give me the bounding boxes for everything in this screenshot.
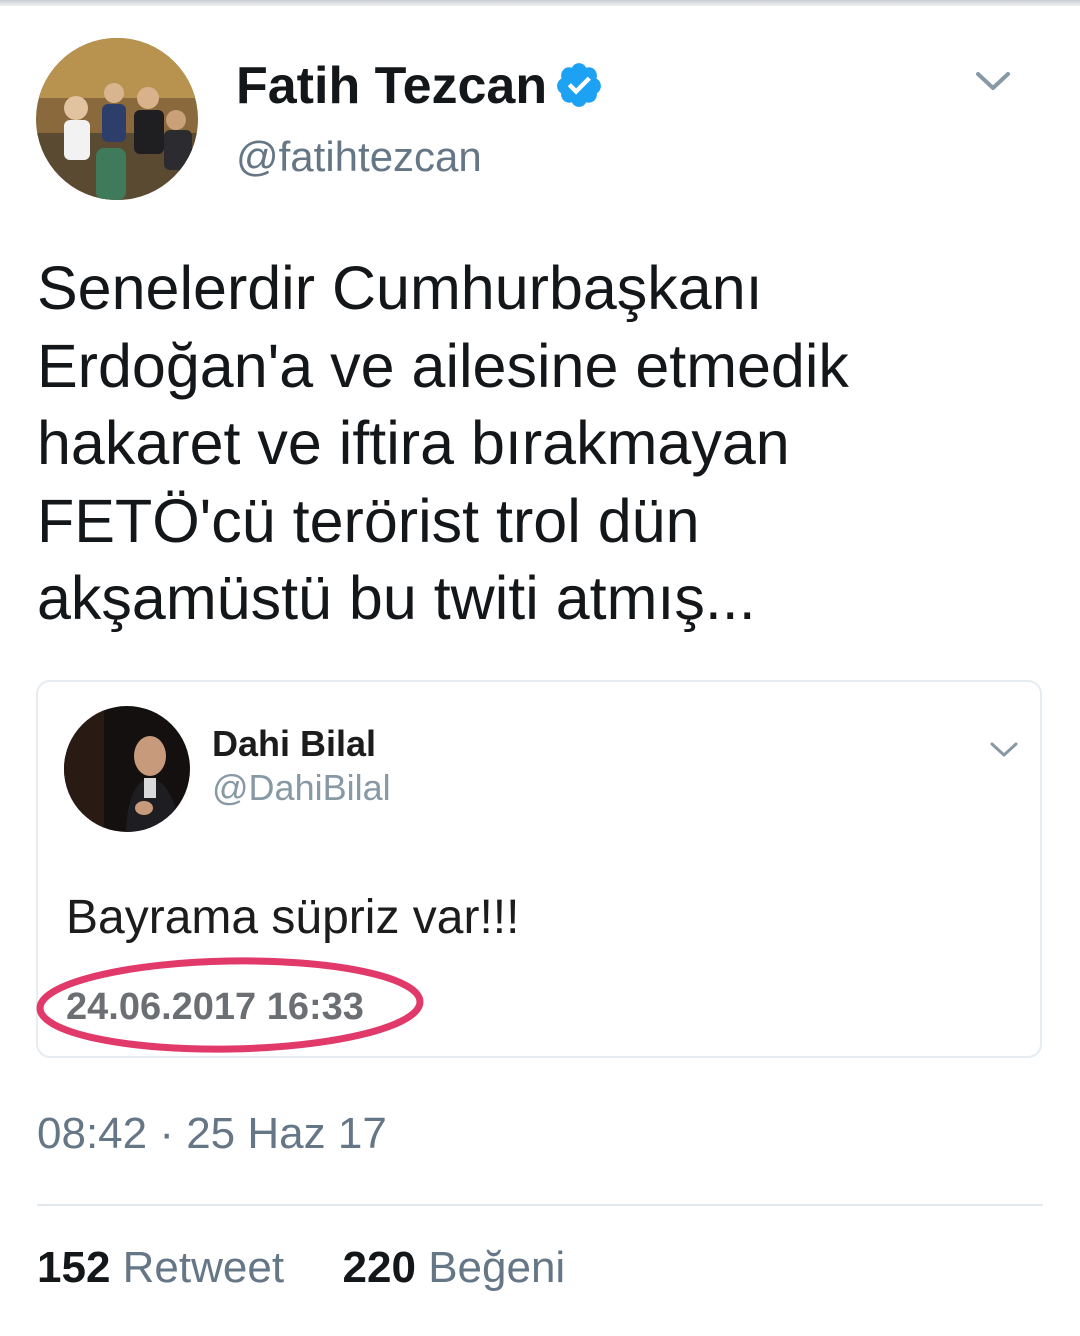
author-avatar[interactable] bbox=[36, 38, 198, 200]
avatar-photo bbox=[36, 38, 198, 200]
quoted-author-avatar[interactable] bbox=[64, 706, 190, 832]
retweet-label[interactable]: Retweet bbox=[123, 1243, 284, 1292]
chevron-down-icon[interactable] bbox=[972, 66, 1014, 98]
tweet-text: Senelerdir Cumhurbaşkanı Erdoğan'a ve ai… bbox=[37, 254, 849, 632]
like-label[interactable]: Beğeni bbox=[428, 1243, 565, 1292]
tweet-timestamp[interactable]: 08:42 · 25 Haz 17 bbox=[37, 1108, 387, 1160]
like-count[interactable]: 220 bbox=[343, 1243, 416, 1292]
quoted-avatar-photo bbox=[64, 706, 190, 832]
quoted-author-handle[interactable]: @DahiBilal bbox=[212, 766, 391, 810]
quoted-tweet-text: Bayrama süpriz var!!! bbox=[66, 891, 520, 944]
verified-badge-icon bbox=[557, 63, 601, 107]
stats-divider bbox=[37, 1204, 1043, 1206]
top-edge-divider bbox=[0, 0, 1080, 6]
retweet-count[interactable]: 152 bbox=[37, 1243, 110, 1292]
highlight-circle-annotation bbox=[36, 957, 424, 1053]
quoted-chevron-down-icon[interactable] bbox=[988, 738, 1020, 762]
author-handle[interactable]: @fatihtezcan bbox=[236, 132, 482, 182]
tweet-stats: 152 Retweet 220 Beğeni bbox=[37, 1242, 565, 1294]
quoted-author-display-name[interactable]: Dahi Bilal bbox=[212, 722, 376, 766]
author-display-name[interactable]: Fatih Tezcan bbox=[236, 56, 547, 116]
